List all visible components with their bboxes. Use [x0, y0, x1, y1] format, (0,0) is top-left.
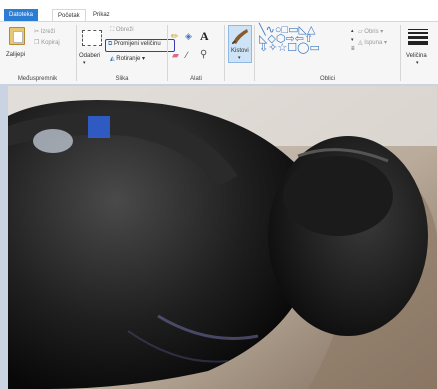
- rotate-icon: ◭: [110, 56, 115, 62]
- brush-icon: [232, 29, 248, 44]
- outline-button[interactable]: ▱ Obris ▾: [358, 28, 383, 35]
- copy-button[interactable]: ❐ Kopiraj: [34, 39, 60, 46]
- crop-icon: ⛶: [110, 27, 115, 33]
- clipboard-group: Zalijepi ✂ Izreži ❐ Kopiraj Međuspremnik: [0, 22, 75, 84]
- ribbon-tabbar: Datoteka Početak Prikaz: [0, 0, 438, 22]
- shapes-gallery[interactable]: ╲∿○□▭◺△ ◺◇⬡⇨⇦⇧ ⇩✧☆☐◯▭: [259, 25, 320, 54]
- outline-icon: ▱: [358, 29, 363, 35]
- clipboard-group-label: Međuspremnik: [17, 76, 58, 82]
- resize-button[interactable]: ⧉ Promijeni veličinu: [108, 41, 161, 48]
- rotate-button[interactable]: ◭ Rotiranje ▾: [110, 55, 145, 62]
- paste-icon[interactable]: [9, 27, 25, 45]
- tools-group-label: Alati: [190, 76, 202, 82]
- cut-button[interactable]: ✂ Izreži: [34, 28, 55, 35]
- tools-group: ✏ ◈ A ▰ ⁄ ⚲ Alati: [168, 22, 224, 84]
- tab-view[interactable]: Prikaz: [88, 9, 115, 21]
- text-icon[interactable]: A: [200, 29, 209, 44]
- fill-style-icon: ◬: [358, 40, 363, 46]
- tab-file[interactable]: Datoteka: [4, 9, 39, 21]
- workspace: [0, 84, 438, 389]
- canvas-photo: [8, 86, 437, 389]
- size-button[interactable]: Veličina: [406, 53, 427, 59]
- fill-icon[interactable]: ◈: [185, 31, 192, 42]
- separator: [224, 25, 225, 81]
- crop-button[interactable]: ⛶ Obreži: [110, 27, 134, 34]
- select-icon[interactable]: [82, 30, 102, 46]
- copy-icon: ❐: [34, 40, 40, 46]
- shapes-group-label: Oblici: [319, 76, 335, 82]
- resize-icon: ⧉: [108, 41, 113, 47]
- paste-button[interactable]: Zalijepi: [6, 52, 25, 58]
- pencil-icon[interactable]: ✏: [171, 31, 179, 42]
- cut-icon: ✂: [34, 29, 40, 35]
- fill-style-button[interactable]: ◬ Ispuna ▾: [358, 39, 387, 46]
- color-picker-icon[interactable]: ⁄: [186, 50, 188, 60]
- drawing-canvas[interactable]: [8, 86, 437, 389]
- size-group: Veličina ▾: [401, 22, 438, 84]
- ribbon: Zalijepi ✂ Izreži ❐ Kopiraj Međuspremnik…: [0, 21, 438, 85]
- magnifier-icon[interactable]: ⚲: [200, 49, 207, 60]
- image-group: Odaberi ▾ ⛶ Obreži ⧉ Promijeni veličinu …: [77, 22, 175, 84]
- shapes-group: ╲∿○□▭◺△ ◺◇⬡⇨⇦⇧ ⇩✧☆☐◯▭ ▴ ▾ ≡ ▱ Obris ▾ ◬ …: [255, 22, 400, 84]
- eraser-icon[interactable]: ▰: [172, 50, 179, 61]
- brushes-button[interactable]: Kistovi ▾: [228, 25, 252, 63]
- select-dropdown-icon[interactable]: ▾: [83, 60, 86, 66]
- image-group-label: Slika: [115, 76, 129, 82]
- select-button[interactable]: Odaberi: [79, 53, 100, 59]
- size-icon[interactable]: [408, 29, 428, 47]
